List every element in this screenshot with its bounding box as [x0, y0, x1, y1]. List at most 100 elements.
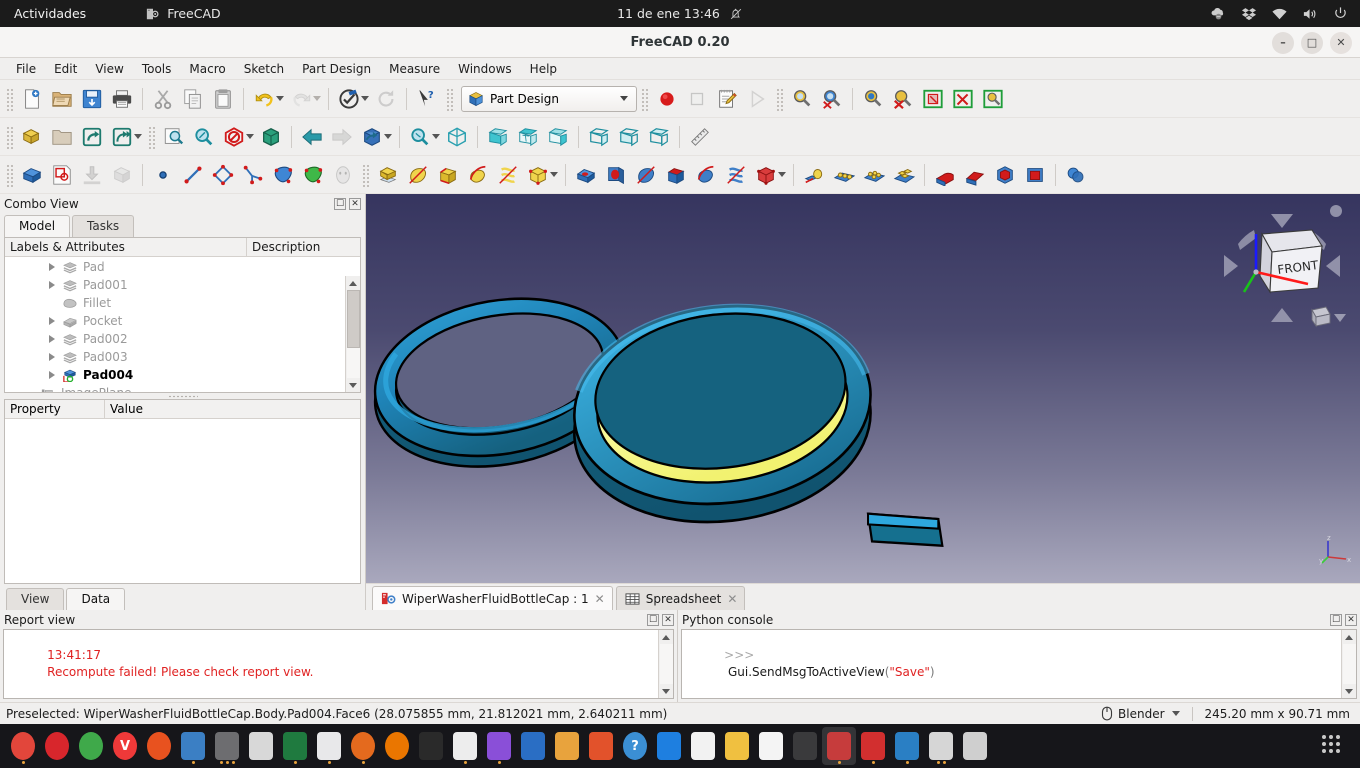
toolbar-handle[interactable] [775, 86, 784, 111]
dock-item-printer[interactable] [244, 727, 278, 765]
expand-arrow-icon[interactable] [49, 263, 55, 271]
fit-selection-icon[interactable] [189, 122, 219, 152]
draft-icon[interactable] [990, 160, 1020, 190]
toolbar-handle[interactable] [5, 86, 14, 111]
scrollbar-track[interactable] [1342, 644, 1356, 684]
create-body-icon[interactable] [17, 160, 47, 190]
pad-icon[interactable] [373, 160, 403, 190]
menu-edit[interactable]: Edit [46, 60, 85, 78]
link-actions-icon[interactable] [107, 122, 137, 152]
tab-tasks[interactable]: Tasks [72, 215, 135, 237]
dock-item-files[interactable] [176, 727, 210, 765]
recompute-icon[interactable] [371, 84, 401, 114]
scrollbar-thumb[interactable] [346, 290, 360, 348]
dock-item-dropbox[interactable] [652, 727, 686, 765]
view-zoom-mode-icon[interactable] [405, 122, 435, 152]
view-zoom-icon[interactable] [858, 84, 888, 114]
dock-item-calculator[interactable] [788, 727, 822, 765]
property-editor-body[interactable] [5, 419, 360, 583]
undo-icon[interactable] [249, 84, 279, 114]
menu-file[interactable]: File [8, 60, 44, 78]
cut-icon[interactable] [148, 84, 178, 114]
create-part-icon[interactable] [17, 122, 47, 152]
menu-part-design[interactable]: Part Design [294, 60, 379, 78]
desktop-dock[interactable]: V ? [0, 724, 1360, 768]
axonometric-icon[interactable] [256, 122, 286, 152]
float-panel-icon[interactable]: ☐ [1330, 613, 1342, 626]
combo-view-tabs[interactable]: Model Tasks [0, 213, 365, 237]
model-tree[interactable]: Labels & Attributes Description Pad Pad0… [4, 237, 361, 393]
std-view-fit-selection-icon[interactable] [817, 84, 847, 114]
tab-wiperwasherfluidbottlecap[interactable]: WiperWasherFluidBottleCap : 1 ✕ [372, 586, 613, 610]
view-section-icon[interactable] [978, 84, 1008, 114]
boolean-icon[interactable] [1061, 160, 1091, 190]
expand-arrow-icon[interactable] [49, 371, 55, 379]
menu-sketch[interactable]: Sketch [236, 60, 292, 78]
dock-item-brave[interactable] [142, 727, 176, 765]
clone-icon[interactable] [328, 160, 358, 190]
attach-sketch-icon[interactable] [77, 160, 107, 190]
dock-item-usb-drive[interactable] [958, 727, 992, 765]
navigation-style-selector[interactable]: Blender [1101, 706, 1180, 721]
paste-icon[interactable] [208, 84, 238, 114]
system-tray[interactable] [1210, 0, 1348, 27]
view-box-zoom-icon[interactable] [918, 84, 948, 114]
create-line-icon[interactable] [178, 160, 208, 190]
draw-style-icon[interactable] [219, 122, 249, 152]
wifi-icon[interactable] [1271, 7, 1288, 21]
scrollbar-track[interactable] [659, 644, 673, 684]
dock-item-software[interactable] [210, 727, 244, 765]
tab-close-icon[interactable]: ✕ [595, 592, 605, 606]
shapebinder-icon[interactable] [268, 160, 298, 190]
additive-helix-icon[interactable] [493, 160, 523, 190]
subtractive-primitive-icon[interactable] [751, 160, 781, 190]
toolbar-handle[interactable] [5, 124, 14, 149]
redo-icon[interactable] [286, 84, 316, 114]
cad-model[interactable] [366, 194, 1360, 583]
close-button[interactable]: ✕ [1330, 31, 1352, 54]
chevron-down-icon[interactable] [1171, 711, 1180, 716]
top-view-icon[interactable] [513, 122, 543, 152]
open-document-icon[interactable] [47, 84, 77, 114]
create-point-icon[interactable] [148, 160, 178, 190]
close-panel-icon[interactable]: ✕ [1345, 613, 1357, 626]
create-polyline-icon[interactable] [208, 160, 238, 190]
menu-view[interactable]: View [87, 60, 131, 78]
toolbar-handle[interactable] [445, 86, 454, 111]
dock-item-archive[interactable] [924, 727, 958, 765]
dock-item-kdenlive[interactable] [482, 727, 516, 765]
dock-item-vivaldi[interactable]: V [108, 727, 142, 765]
bottom-view-icon[interactable] [614, 122, 644, 152]
chevron-down-icon[interactable] [620, 96, 628, 101]
fillet-icon[interactable] [930, 160, 960, 190]
scroll-up-arrow-icon[interactable] [1343, 630, 1356, 644]
link-object-icon[interactable] [77, 122, 107, 152]
linear-pattern-icon[interactable] [829, 160, 859, 190]
cloud-icon[interactable] [1210, 6, 1227, 21]
scroll-down-arrow-icon[interactable] [1343, 684, 1356, 698]
tree-vertical-scrollbar[interactable] [345, 276, 360, 392]
dock-item-inkscape[interactable] [414, 727, 448, 765]
rear-view-icon[interactable] [584, 122, 614, 152]
new-document-icon[interactable] [17, 84, 47, 114]
dock-item-freecad[interactable] [822, 727, 856, 765]
front-view-icon[interactable] [483, 122, 513, 152]
dock-item-firefox[interactable] [6, 727, 40, 765]
view-clip-icon[interactable] [888, 84, 918, 114]
std-view-fit-icon[interactable] [787, 84, 817, 114]
thickness-icon[interactable] [1020, 160, 1050, 190]
model-tree-body[interactable]: Pad Pad001 Fillet Pocket Pad002 Pad003 P… [5, 257, 360, 392]
view-previous-icon[interactable] [297, 122, 327, 152]
revolution-icon[interactable] [403, 160, 433, 190]
macro-edit-icon[interactable] [712, 84, 742, 114]
tree-item-pad002[interactable]: Pad002 [5, 330, 360, 348]
dock-item-virtualbox[interactable] [686, 727, 720, 765]
measure-icon[interactable] [685, 122, 715, 152]
float-panel-icon[interactable]: ☐ [334, 197, 346, 210]
dock-item-help[interactable]: ? [618, 727, 652, 765]
dock-item-vscode[interactable] [890, 727, 924, 765]
property-view-tabs[interactable]: View Data [0, 586, 365, 610]
navigation-cube[interactable]: FRONT [1216, 200, 1348, 332]
menubar[interactable]: File Edit View Tools Macro Sketch Part D… [0, 58, 1360, 80]
subtractive-helix-icon[interactable] [721, 160, 751, 190]
